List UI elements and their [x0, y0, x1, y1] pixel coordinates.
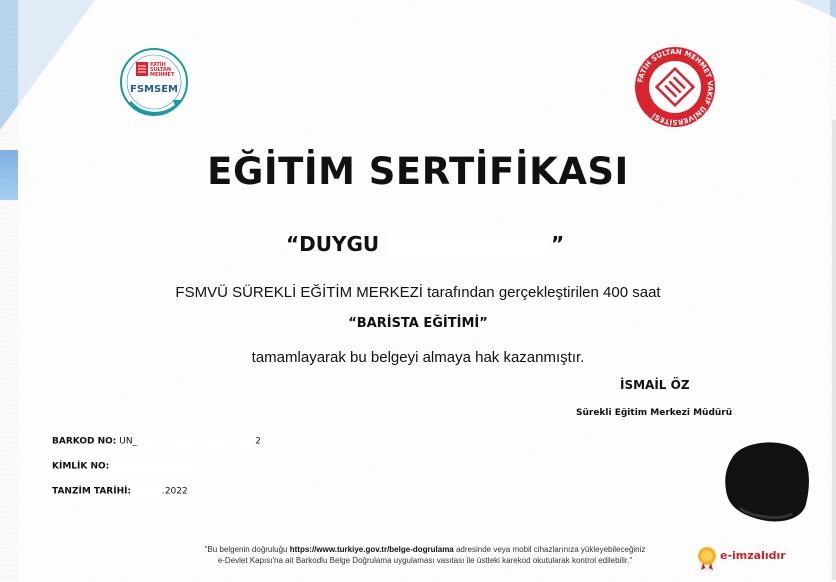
date-redaction	[133, 485, 162, 497]
id-field: KİMLİK NO:	[52, 460, 193, 472]
e-signature-label: e-imzalıdır	[720, 549, 786, 562]
logo-name: FSMSEM	[130, 84, 178, 95]
footer-text-part1: "Bu belgenin doğruluğu	[204, 545, 290, 554]
barcode-tail: 2	[255, 436, 261, 447]
barcode-redaction	[137, 435, 256, 447]
footer-text-part2: adresinde veya mobil cihazlarınıza yükle…	[453, 545, 646, 554]
qr-code-redacted	[725, 442, 809, 522]
seal-icon	[698, 547, 716, 571]
course-name: “BARİSTA EĞİTİMİ”	[348, 316, 488, 331]
id-label: KİMLİK NO:	[52, 461, 110, 472]
recipient-quote-close: ”	[551, 232, 565, 256]
date-label: TANZİM TARİHİ:	[52, 486, 132, 497]
date-field: TANZİM TARİHİ: .2022	[52, 485, 188, 497]
signatory-name: İSMAİL ÖZ	[620, 378, 690, 392]
id-redaction	[112, 460, 193, 472]
barcode-label: BARKOD NO:	[52, 436, 117, 447]
fsmsem-logo: FATİH SULTAN MEHMET FSMSEM	[120, 48, 188, 116]
university-seal-logo: FATİH SULTAN MEHMET VAKIF ÜNİVERSİTESİ	[635, 47, 715, 127]
verification-footer: "Bu belgenin doğruluğu https://www.turki…	[160, 544, 690, 566]
certificate-title: EĞİTİM SERTİFİKASI	[207, 150, 629, 193]
certificate-statement-line2: tamamlayarak bu belgeyi almaya hak kazan…	[251, 349, 585, 366]
recipient-surname-redaction	[390, 234, 550, 258]
certificate-page: FATİH SULTAN MEHMET FSMSEM FATİH SULTAN …	[0, 0, 836, 582]
verification-link[interactable]: https://www.turkiye.gov.tr/belge-dogrula…	[290, 545, 454, 554]
footer-text-line2: e-Devlet Kapısı'na ait Barkodlu Belge Do…	[217, 556, 633, 565]
signatory-title: Sürekli Eğitim Merkezi Müdürü	[576, 408, 733, 418]
recipient-name: “DUYGU	[286, 232, 380, 256]
certificate-statement-line1: FSMVÜ SÜREKLİ EĞİTİM MERKEZİ tarafından …	[175, 284, 661, 301]
barcode-value: UN_	[119, 436, 138, 447]
logo-inner-text-3: MEHMET	[150, 72, 175, 78]
barcode-field: BARKOD NO: UN_ 2	[52, 435, 261, 447]
date-value: .2022	[161, 486, 188, 497]
